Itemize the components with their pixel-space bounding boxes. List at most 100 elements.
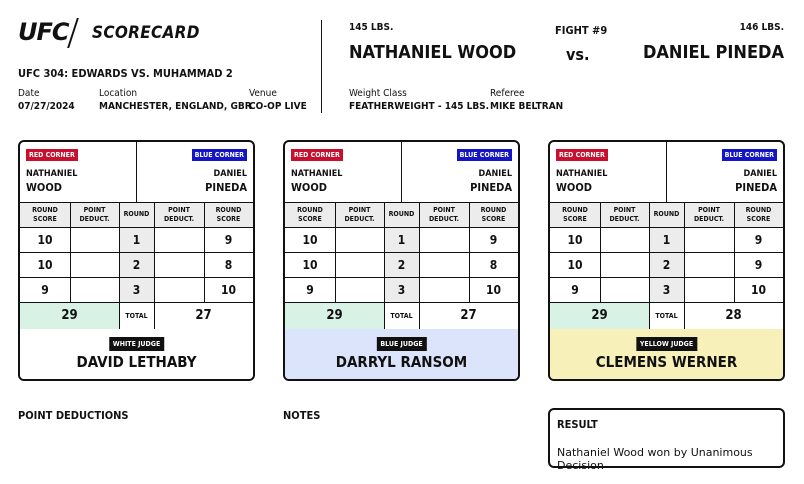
round-number: 1 xyxy=(119,227,154,252)
red-fighter-first: NATHANIEL xyxy=(26,169,78,179)
red-fighter: NATHANIEL WOOD xyxy=(26,168,77,194)
grid-line xyxy=(20,252,253,253)
red-round-score: 9 xyxy=(571,282,579,297)
judge-badge: BLUE JUDGE xyxy=(376,337,427,351)
round-number: 2 xyxy=(119,252,154,277)
blue-point-deduct xyxy=(154,227,204,252)
judge-badge: YELLOW JUDGE xyxy=(635,337,698,351)
red-round-score-header: ROUND SCORE xyxy=(20,202,70,227)
red-point-deduct xyxy=(335,277,384,302)
red-round-score: 10 xyxy=(302,257,318,272)
ufc-logo: UFC xyxy=(18,18,69,46)
red-round-score-header: ROUND SCORE xyxy=(285,202,335,227)
grid-line xyxy=(600,202,601,302)
red-total: 29 xyxy=(550,302,649,329)
grid-line xyxy=(550,277,783,278)
blue-round-score: 9 xyxy=(489,232,498,247)
judge-card: RED CORNER BLUE CORNER NATHANIEL WOOD DANIEL… xyxy=(548,140,785,381)
red-point-deduct-header: POINT DEDUCT. xyxy=(70,202,119,227)
grid-line xyxy=(285,252,518,253)
blue-corner-badge: BLUE CORNER xyxy=(191,149,247,161)
red-point-deduct xyxy=(70,277,119,302)
red-point-deduct xyxy=(70,252,119,277)
blue-round-score: 9 xyxy=(224,232,233,247)
red-point-deduct xyxy=(335,252,384,277)
blue-point-deduct xyxy=(154,277,204,302)
red-point-deduct-header: POINT DEDUCT. xyxy=(600,202,649,227)
round-number: 3 xyxy=(649,277,684,302)
grid-line xyxy=(119,202,120,329)
grid-line xyxy=(154,202,155,329)
red-fighter-first: NATHANIEL xyxy=(291,169,343,179)
red-point-deduct xyxy=(600,252,649,277)
grid-line xyxy=(285,277,518,278)
blue-fighter-first: DANIEL xyxy=(743,169,777,179)
blue-point-deduct xyxy=(154,252,204,277)
grid-line xyxy=(684,202,685,329)
blue-fighter-first: DANIEL xyxy=(478,169,512,179)
result-text: Nathaniel Wood won by Unanimous Decision xyxy=(557,446,753,472)
red-round-score: 10 xyxy=(567,232,583,247)
grid-line xyxy=(649,202,650,329)
blue-fighter: DANIEL PINEDA xyxy=(470,168,512,194)
grid-line xyxy=(550,227,783,228)
red-round-score-header: ROUND SCORE xyxy=(550,202,600,227)
corner-divider xyxy=(136,142,137,202)
red-corner-badge: RED CORNER xyxy=(291,149,343,161)
blue-point-deduct xyxy=(419,227,469,252)
total-label: TOTAL xyxy=(390,311,413,320)
blue-point-deduct-header: POINT DEDUCT. xyxy=(684,202,734,227)
location-label: Location xyxy=(99,88,138,99)
right-fighter-weight: 146 LBS. xyxy=(739,22,784,33)
round-number: 3 xyxy=(384,277,419,302)
blue-point-deduct-header: POINT DEDUCT. xyxy=(154,202,204,227)
blue-corner-badge: BLUE CORNER xyxy=(456,149,512,161)
notes-heading: NOTES xyxy=(283,409,321,422)
red-point-deduct xyxy=(600,277,649,302)
judge-name: DARRYL RANSOM xyxy=(335,353,468,371)
vs-label: vs. xyxy=(566,45,590,64)
red-round-score: 9 xyxy=(41,282,49,297)
grid-line xyxy=(469,202,470,302)
blue-point-deduct-header: POINT DEDUCT. xyxy=(419,202,469,227)
round-number: 2 xyxy=(384,252,419,277)
blue-round-score: 10 xyxy=(220,282,237,297)
grid-line xyxy=(20,202,253,203)
grid-line xyxy=(285,227,518,228)
blue-fighter-last: PINEDA xyxy=(205,181,247,194)
blue-round-score: 8 xyxy=(489,257,498,272)
venue-label: Venue xyxy=(249,88,277,99)
red-point-deduct xyxy=(335,227,384,252)
result-box: RESULT Nathaniel Wood won by Unanimous D… xyxy=(548,408,785,472)
referee-label: Referee xyxy=(490,88,525,99)
blue-point-deduct xyxy=(684,252,734,277)
round-header: ROUND xyxy=(119,202,154,227)
round-header: ROUND xyxy=(649,202,684,227)
right-fighter-name: DANIEL PINEDA xyxy=(642,42,784,63)
fight-number: FIGHT #9 xyxy=(555,24,608,37)
venue-value: CO-OP LIVE xyxy=(249,101,307,112)
blue-point-deduct xyxy=(419,277,469,302)
judge-name: DAVID LETHABY xyxy=(76,353,197,371)
location-value: MANCHESTER, ENGLAND, GBR xyxy=(99,101,252,112)
header-divider xyxy=(321,20,322,113)
blue-round-score: 10 xyxy=(750,282,767,297)
blue-fighter: DANIEL PINEDA xyxy=(735,168,777,194)
red-point-deduct xyxy=(70,227,119,252)
weight-class-label: Weight Class xyxy=(349,88,407,99)
red-point-deduct-header: POINT DEDUCT. xyxy=(335,202,384,227)
red-corner-badge: RED CORNER xyxy=(556,149,608,161)
round-number: 3 xyxy=(119,277,154,302)
grid-line xyxy=(285,302,518,303)
red-fighter: NATHANIEL WOOD xyxy=(556,168,607,194)
round-number: 2 xyxy=(649,252,684,277)
weight-class-value: FEATHERWEIGHT - 145 LBS. xyxy=(349,101,490,112)
total-label: TOTAL xyxy=(655,311,678,320)
date-value: 07/27/2024 xyxy=(18,101,75,112)
red-fighter: NATHANIEL WOOD xyxy=(291,168,342,194)
red-total: 29 xyxy=(285,302,384,329)
blue-fighter-last: PINEDA xyxy=(735,181,777,194)
blue-point-deduct xyxy=(419,252,469,277)
total-label: TOTAL xyxy=(125,311,148,320)
blue-fighter-last: PINEDA xyxy=(470,181,512,194)
